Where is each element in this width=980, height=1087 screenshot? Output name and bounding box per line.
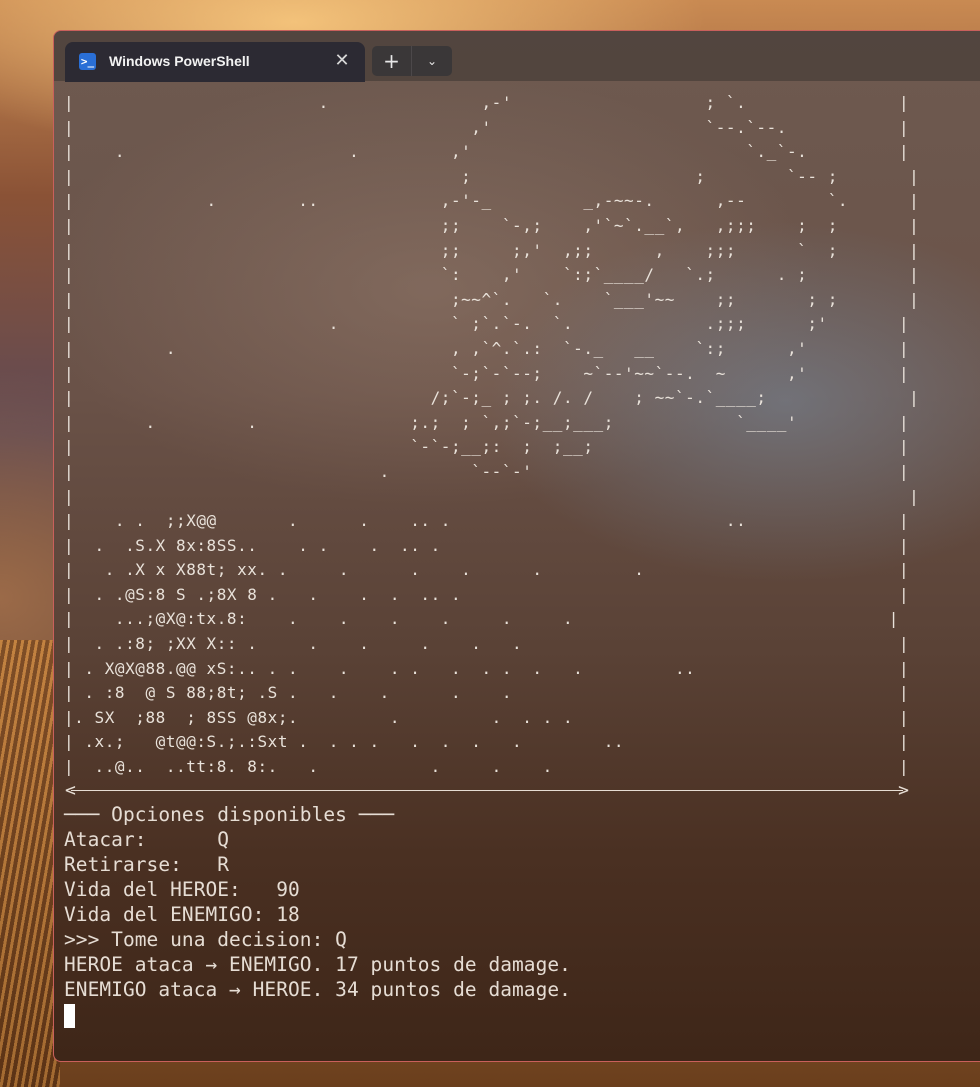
terminal-window: >_ Windows PowerShell ✕ + ⌄ | . ,-' ; `.… [53, 30, 980, 1062]
enemy-health: Vida del ENEMIGO: 18 [64, 902, 300, 926]
new-tab-controls: + ⌄ [372, 46, 452, 76]
decision-prompt: >>> Tome una decision: Q [64, 927, 347, 951]
close-icon[interactable]: ✕ [329, 48, 355, 74]
menu-header: ─── Opciones disponibles ─── [64, 802, 395, 826]
ascii-art-skull: | . ,-' ; `. | | ,' `--.`--. | | . . ,' … [64, 93, 920, 777]
hero-health: Vida del HEROE: 90 [64, 877, 300, 901]
chevron-down-icon[interactable]: ⌄ [412, 46, 452, 76]
plus-icon[interactable]: + [372, 46, 412, 76]
retreat-option: Retirarse: R [64, 852, 230, 876]
powershell-icon: >_ [79, 53, 96, 70]
arrow-right-icon: > [898, 779, 909, 801]
tab-title: Windows PowerShell [109, 53, 250, 69]
text-cursor [64, 1003, 75, 1028]
hero-attack-log: HEROE ataca → ENEMIGO. 17 puntos de dama… [64, 952, 571, 976]
title-bar: >_ Windows PowerShell ✕ + ⌄ [54, 31, 980, 82]
wallpaper-wheat-field [0, 640, 60, 1087]
attack-option: Atacar: Q [64, 827, 230, 851]
tab-windows-powershell[interactable]: >_ Windows PowerShell ✕ [65, 42, 365, 82]
horizontal-divider-arrow: < > [65, 779, 909, 802]
terminal-output[interactable]: | . ,-' ; `. | | ,' `--.`--. | | . . ,' … [64, 91, 964, 1061]
enemy-attack-log: ENEMIGO ataca → HEROE. 34 puntos de dama… [64, 977, 571, 1001]
input-line[interactable] [64, 1002, 964, 1034]
